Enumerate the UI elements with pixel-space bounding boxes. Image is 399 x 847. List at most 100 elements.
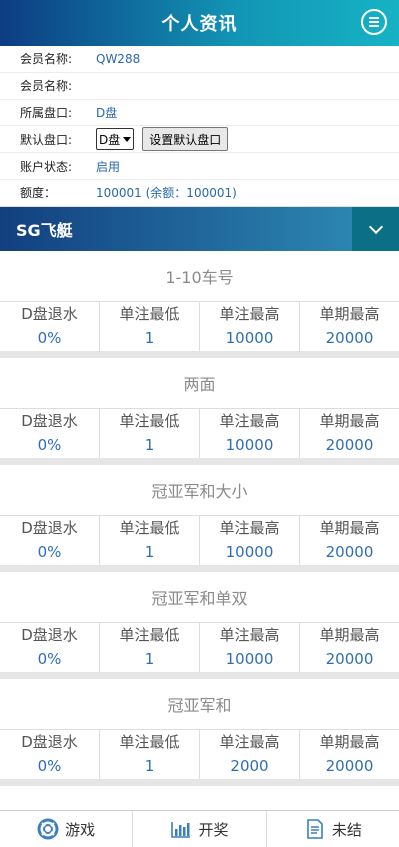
limit-value: 1 [144,328,155,347]
info-row-default-handicap: 默认盘口: D盘 设置默认盘口 [0,125,399,152]
limit-value: 1 [144,756,155,775]
limit-value: 20000 [325,328,374,347]
column-header: 单期最高 [319,732,380,751]
info-value: 100001 (余额：100001) [96,186,237,201]
section-title: 两面 [0,358,399,409]
limit-value: 0% [37,435,62,454]
limit-column: 单注最高 10000 [200,622,300,672]
game-selector[interactable]: SG飞艇 [0,206,399,251]
limit-value: 20000 [325,542,374,561]
limit-grid: D盘退水 0% 单注最低 1 单注最高 10000 单期最高 20000 [0,622,399,672]
limit-value: 1 [144,649,155,668]
limit-section: 两面 D盘退水 0% 单注最低 1 单注最高 10000 单期最高 20000 [0,358,399,465]
limit-value: 0% [37,328,62,347]
bar-chart-icon [171,822,191,838]
column-header: 单注最低 [119,732,180,751]
column-header: 单期最高 [319,625,380,644]
tab-unsettled[interactable]: 未结 [267,811,399,847]
game-name: SG飞艇 [16,220,73,240]
limit-column: 单期最高 20000 [300,516,399,565]
tab-label: 游戏 [65,820,96,839]
page-header: 个人资讯 [0,0,399,46]
column-header: D盘退水 [21,518,78,537]
limit-grid: D盘退水 0% 单注最低 1 单注最高 10000 单期最高 20000 [0,301,399,351]
menu-icon[interactable] [361,9,387,35]
limit-column: 单期最高 20000 [300,623,399,672]
game-dropdown-button[interactable] [352,206,399,251]
limit-column: D盘退水 0% [0,622,100,672]
limit-grid: D盘退水 0% 单注最低 1 单注最高 10000 单期最高 20000 [0,408,399,458]
info-value: D盘 [96,105,118,120]
limit-value: 1 [144,435,155,454]
info-row-member-2: 会员名称: [0,71,399,99]
limit-column: 单注最低 1 [100,408,200,458]
limit-value: 0% [37,649,62,668]
limit-value: 1 [144,542,155,561]
tab-label: 开奖 [198,820,229,839]
column-header: D盘退水 [21,625,78,644]
tab-label: 未结 [331,820,362,839]
limit-value: 20000 [325,435,374,454]
column-header: D盘退水 [21,732,78,751]
handicap-select[interactable]: D盘 [96,128,135,151]
limit-column: D盘退水 0% [0,408,100,458]
column-header: D盘退水 [21,304,78,323]
info-row-credit: 额度： 100001 (余额：100001) [0,178,399,206]
document-icon [307,819,323,839]
limit-column: 单注最高 10000 [200,301,300,351]
set-default-button[interactable]: 设置默认盘口 [142,127,229,152]
bottom-tab-bar: 游戏 开奖 未结 [0,810,399,847]
section-title: 1-10车号 [0,251,399,302]
section-title: 冠亚军和大小 [0,465,399,516]
info-label: 默认盘口: [20,132,73,147]
limit-column: 单注最高 2000 [200,729,300,779]
limit-section: 1-10车号 D盘退水 0% 单注最低 1 单注最高 10000 单期最高 20000 [0,251,399,358]
limit-section: 冠亚军和单双 D盘退水 0% 单注最低 1 单注最高 10000 单期最高 20000 [0,572,399,679]
limit-column: D盘退水 0% [0,515,100,565]
limit-column: 单注最低 1 [100,729,200,779]
limit-column: 单期最高 20000 [300,302,399,351]
tab-results[interactable]: 开奖 [133,811,267,847]
column-header: 单注最低 [119,625,180,644]
limit-value: 20000 [325,756,374,775]
column-header: 单期最高 [319,518,380,537]
limit-column: D盘退水 0% [0,301,100,351]
limit-section: 冠亚军和 D盘退水 0% 单注最低 1 单注最高 2000 单期最高 20000 [0,679,399,786]
column-header: 单注最低 [119,304,180,323]
column-header: D盘退水 [21,411,78,430]
limit-column: 单注最低 1 [100,622,200,672]
limit-value: 0% [37,542,62,561]
limit-value: 10000 [225,328,274,347]
info-label: 会员名称: [20,79,73,94]
column-header: 单注最低 [119,518,180,537]
column-header: 单注最高 [219,732,280,751]
limit-value: 10000 [225,435,274,454]
section-title: 冠亚军和 [0,679,399,730]
limit-column: D盘退水 0% [0,729,100,779]
info-value-controls: D盘 设置默认盘口 [96,127,399,152]
section-title: 冠亚军和单双 [0,572,399,623]
column-header: 单期最高 [319,304,380,323]
limit-grid: D盘退水 0% 单注最低 1 单注最高 2000 单期最高 20000 [0,729,399,779]
info-value: 启用 [96,159,121,174]
info-row-status: 账户状态: 启用 [0,152,399,179]
column-header: 单期最高 [319,411,380,430]
info-row-handicap: 所属盘口: D盘 [0,98,399,126]
info-label: 额度： [20,186,57,201]
handicap-select-value: D盘 [99,132,121,147]
limit-value: 10000 [225,649,274,668]
info-label: 账户状态: [20,159,73,174]
column-header: 单注最高 [219,625,280,644]
limit-column: 单期最高 20000 [300,730,399,779]
chevron-down-icon [123,136,132,142]
limit-section: 冠亚军和大小 D盘退水 0% 单注最低 1 单注最高 10000 单期最高 20000 [0,465,399,572]
limit-value: 2000 [230,756,269,775]
limit-grid: D盘退水 0% 单注最低 1 单注最高 10000 单期最高 20000 [0,515,399,565]
chevron-down-icon [368,219,383,234]
column-header: 单注最低 [119,411,180,430]
limit-value: 10000 [225,542,274,561]
column-header: 单注最高 [219,518,280,537]
tab-games[interactable]: 游戏 [0,811,134,847]
limit-column: 单注最低 1 [100,515,200,565]
column-header: 单注最高 [219,411,280,430]
